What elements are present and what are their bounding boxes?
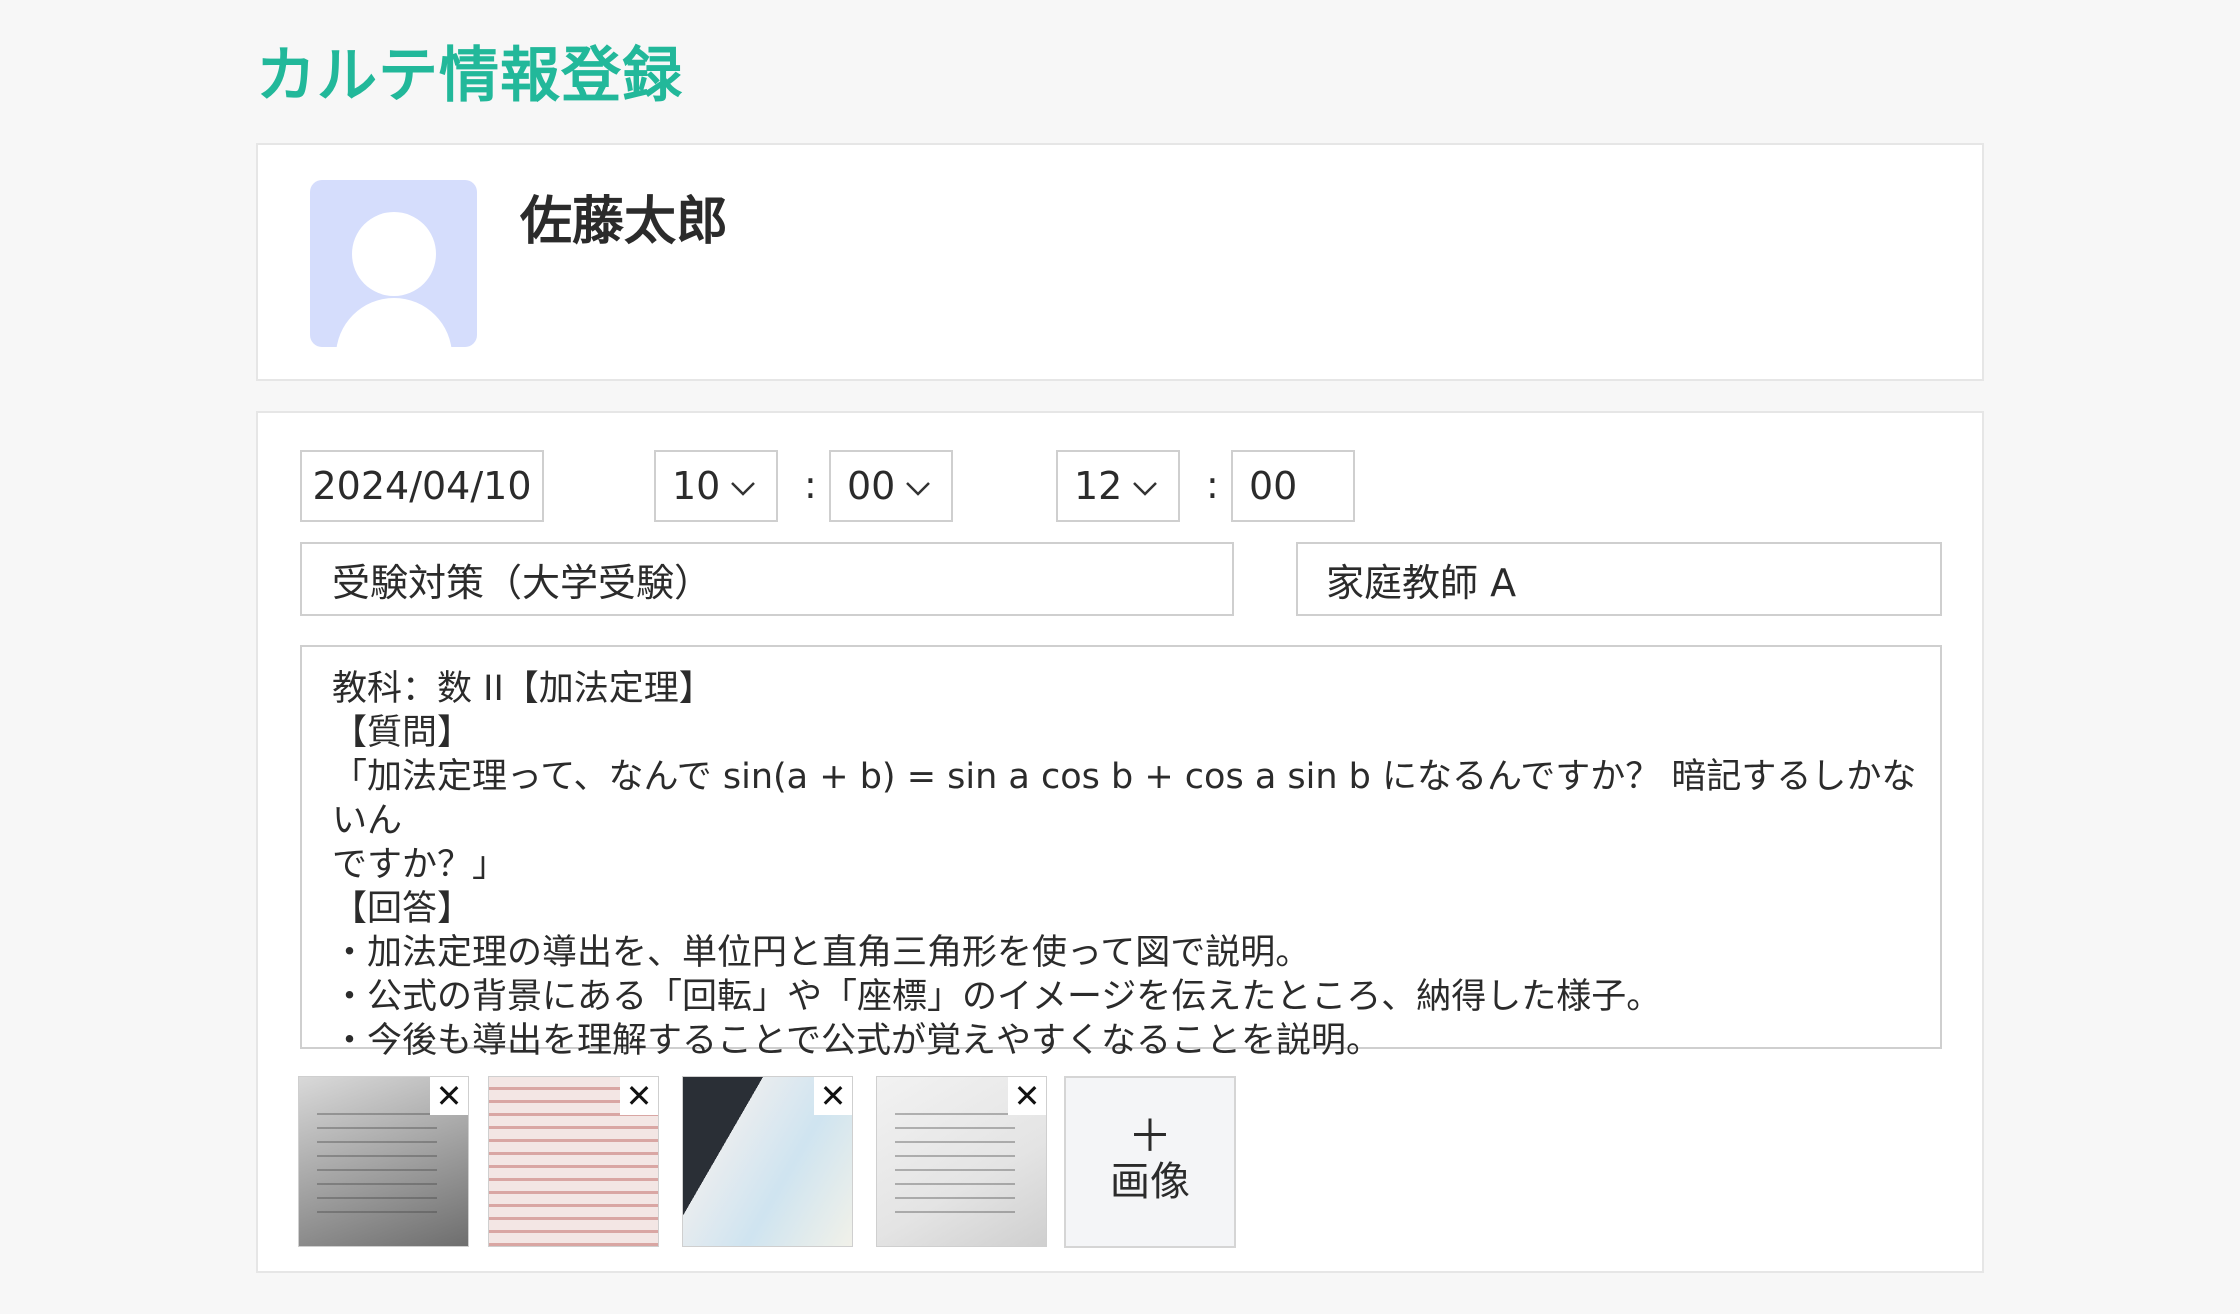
notes-line: ですか？」	[332, 845, 508, 885]
course-field[interactable]: 受験対策（大学受験）	[300, 542, 1234, 616]
chevron-down-icon	[1133, 482, 1157, 496]
start-hour-select[interactable]: 10	[654, 450, 778, 522]
add-image-label: 画像	[1110, 1159, 1190, 1205]
notes-line: 【回答】	[332, 889, 473, 929]
time-separator: :	[804, 463, 817, 507]
image-thumbnail[interactable]: ✕	[298, 1076, 469, 1247]
end-hour-select[interactable]: 12	[1056, 450, 1180, 522]
add-image-button[interactable]: ＋ 画像	[1064, 1076, 1236, 1248]
plus-icon: ＋	[1128, 1111, 1172, 1162]
teacher-value: 家庭教師 A	[1326, 560, 1517, 605]
notes-line: ・加法定理の導出を、単位円と直角三角形を使って図で説明。	[332, 933, 1311, 973]
start-minute-value: 00	[847, 464, 896, 508]
end-hour-value: 12	[1074, 464, 1123, 508]
course-value: 受験対策（大学受験）	[332, 560, 713, 605]
date-value: 2024/04/10	[312, 464, 532, 508]
notes-line: 【質問】	[332, 713, 473, 753]
time-separator: :	[1206, 463, 1219, 507]
image-thumbnail[interactable]: ✕	[682, 1076, 853, 1247]
notes-line: 「加法定理って、なんで sin(a + b) = sin a cos b + c…	[332, 757, 1917, 841]
notes-line: ・今後も導出を理解することで公式が覚えやすくなることを説明。	[332, 1021, 1381, 1061]
end-minute-field[interactable]: 00	[1231, 450, 1355, 522]
thumbnail-image	[895, 1101, 1015, 1221]
close-icon[interactable]: ✕	[620, 1077, 658, 1115]
start-minute-select[interactable]: 00	[829, 450, 953, 522]
thumbnail-image	[317, 1101, 437, 1221]
end-minute-value: 00	[1249, 464, 1298, 508]
user-silhouette-body	[336, 298, 452, 347]
patient-card: 佐藤太郎	[256, 143, 1984, 381]
image-thumbnail[interactable]: ✕	[876, 1076, 1047, 1247]
close-icon[interactable]: ✕	[814, 1077, 852, 1115]
page-title: カルテ情報登録	[256, 41, 683, 111]
notes-line: ・公式の背景にある「回転」や「座標」のイメージを伝えたところ、納得した様子。	[332, 977, 1662, 1017]
notes-line: 教科：数 II【加法定理】	[332, 669, 714, 709]
chevron-down-icon	[906, 482, 930, 496]
patient-name: 佐藤太郎	[520, 192, 729, 252]
close-icon[interactable]: ✕	[1008, 1077, 1046, 1115]
avatar	[310, 180, 477, 347]
notes-textarea[interactable]: 教科：数 II【加法定理】 【質問】 「加法定理って、なんで sin(a + b…	[300, 645, 1942, 1061]
date-field[interactable]: 2024/04/10	[300, 450, 544, 522]
close-icon[interactable]: ✕	[430, 1077, 468, 1115]
chevron-down-icon	[731, 482, 755, 496]
image-thumbnail[interactable]: ✕	[488, 1076, 659, 1247]
user-silhouette-icon	[352, 212, 436, 296]
teacher-field[interactable]: 家庭教師 A	[1296, 542, 1942, 616]
start-hour-value: 10	[672, 464, 721, 508]
record-form: 2024/04/10 10 : 00 12 : 00 受験対策（大学受験） 家庭…	[256, 411, 1984, 1273]
